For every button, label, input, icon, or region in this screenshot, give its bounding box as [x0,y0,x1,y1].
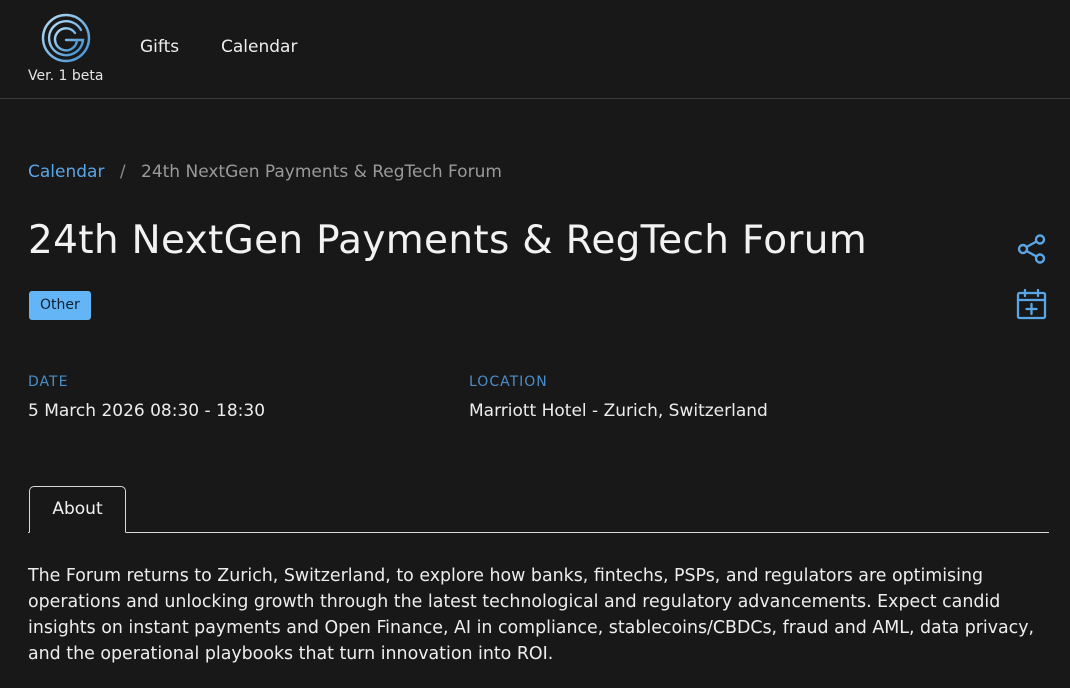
event-title: 24th NextGen Payments & RegTech Forum [28,218,868,263]
event-location-value: Marriott Hotel - Zurich, Switzerland [469,401,768,421]
tabs-divider [28,532,1049,533]
location-label: LOCATION [469,374,548,390]
tab-about[interactable]: About [29,486,126,533]
g-logo-icon [41,13,91,63]
nav-link-gifts[interactable]: Gifts [140,37,179,57]
app-version-label: Ver. 1 beta [28,68,104,84]
breadcrumb: Calendar / 24th NextGen Payments & RegTe… [28,162,502,182]
date-label: DATE [28,374,69,390]
breadcrumb-link-calendar[interactable]: Calendar [28,162,104,182]
share-icon [1017,234,1046,264]
brand-logo-link[interactable]: Ver. 1 beta [28,12,108,84]
top-navigation-bar: Ver. 1 beta Gifts Calendar [0,0,1070,99]
nav-link-calendar[interactable]: Calendar [221,37,297,57]
share-button[interactable] [1016,233,1048,265]
add-to-calendar-button[interactable] [1015,288,1048,321]
breadcrumb-separator: / [119,162,126,182]
calendar-plus-icon [1016,288,1047,320]
breadcrumb-current-page: 24th NextGen Payments & RegTech Forum [141,162,502,182]
event-date-value: 5 March 2026 08:30 - 18:30 [28,401,266,421]
about-description: The Forum returns to Zurich, Switzerland… [28,566,1035,664]
category-badge: Other [29,291,91,320]
